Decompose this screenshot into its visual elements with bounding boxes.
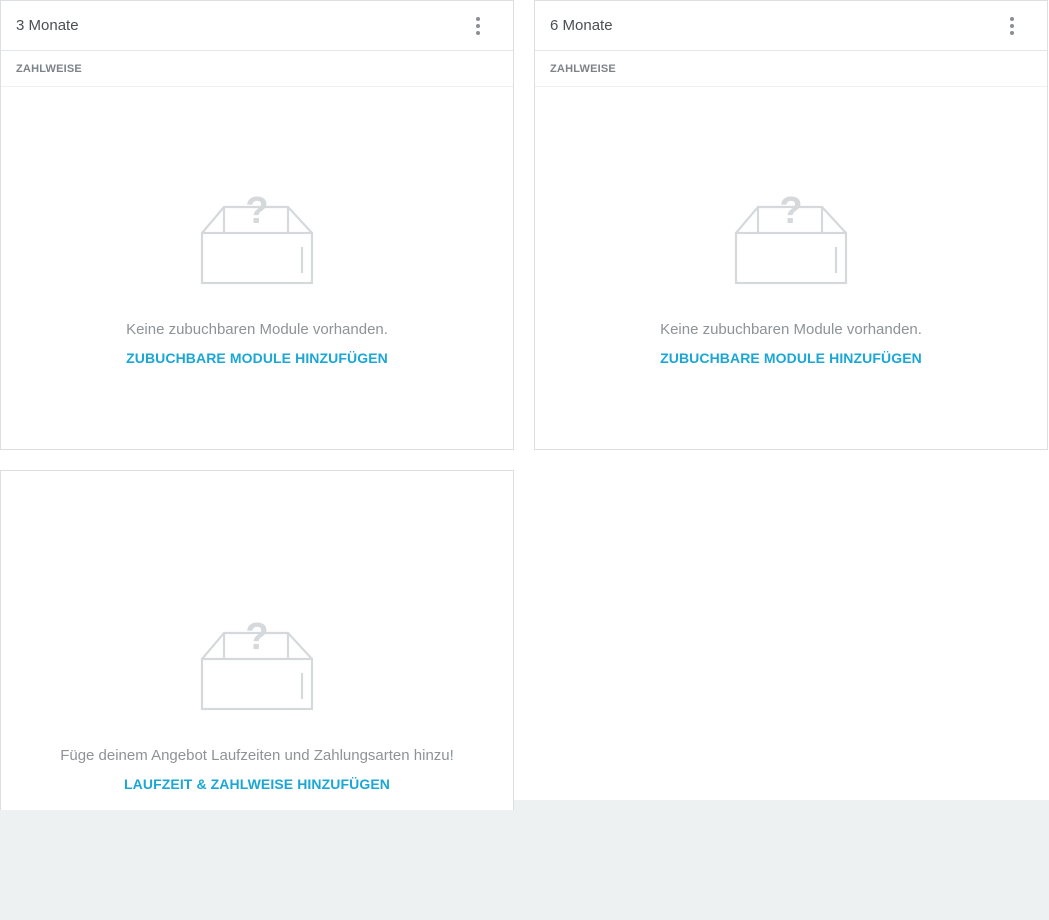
card-title: 6 Monate: [550, 17, 613, 34]
add-modules-link[interactable]: ZUBUCHBARE MODULE HINZUFÜGEN: [660, 350, 922, 366]
empty-box-question-icon: ?: [200, 190, 314, 285]
empty-state: ? Keine zubuchbaren Module vorhanden. ZU…: [1, 187, 513, 366]
svg-text:?: ?: [245, 190, 268, 232]
plan-card-3-months: 3 Monate ZAHLWEISE ? Keine zubuchbaren M…: [0, 0, 514, 450]
more-options-icon[interactable]: [998, 12, 1026, 40]
svg-text:?: ?: [779, 190, 802, 232]
card-header: 6 Monate: [535, 1, 1047, 51]
empty-message: Füge deinem Angebot Laufzeiten und Zahlu…: [60, 747, 454, 764]
add-runtime-card: ? Füge deinem Angebot Laufzeiten und Zah…: [0, 470, 514, 810]
section-label-payment: ZAHLWEISE: [1, 51, 513, 87]
empty-message: Keine zubuchbaren Module vorhanden.: [660, 321, 922, 338]
plan-card-6-months: 6 Monate ZAHLWEISE ? Keine zubuchbaren M…: [534, 0, 1048, 450]
add-modules-link[interactable]: ZUBUCHBARE MODULE HINZUFÜGEN: [126, 350, 388, 366]
card-header: 3 Monate: [1, 1, 513, 51]
card-title: 3 Monate: [16, 17, 79, 34]
empty-state: ? Füge deinem Angebot Laufzeiten und Zah…: [1, 613, 513, 792]
empty-message: Keine zubuchbaren Module vorhanden.: [126, 321, 388, 338]
empty-box-question-icon: ?: [200, 616, 314, 711]
empty-state: ? Keine zubuchbaren Module vorhanden. ZU…: [535, 187, 1047, 366]
plans-grid: 3 Monate ZAHLWEISE ? Keine zubuchbaren M…: [0, 0, 1049, 810]
svg-text:?: ?: [245, 616, 268, 658]
section-label-payment: ZAHLWEISE: [535, 51, 1047, 87]
empty-box-question-icon: ?: [734, 190, 848, 285]
more-options-icon[interactable]: [464, 12, 492, 40]
add-runtime-payment-link[interactable]: LAUFZEIT & ZAHLWEISE HINZUFÜGEN: [124, 776, 390, 792]
